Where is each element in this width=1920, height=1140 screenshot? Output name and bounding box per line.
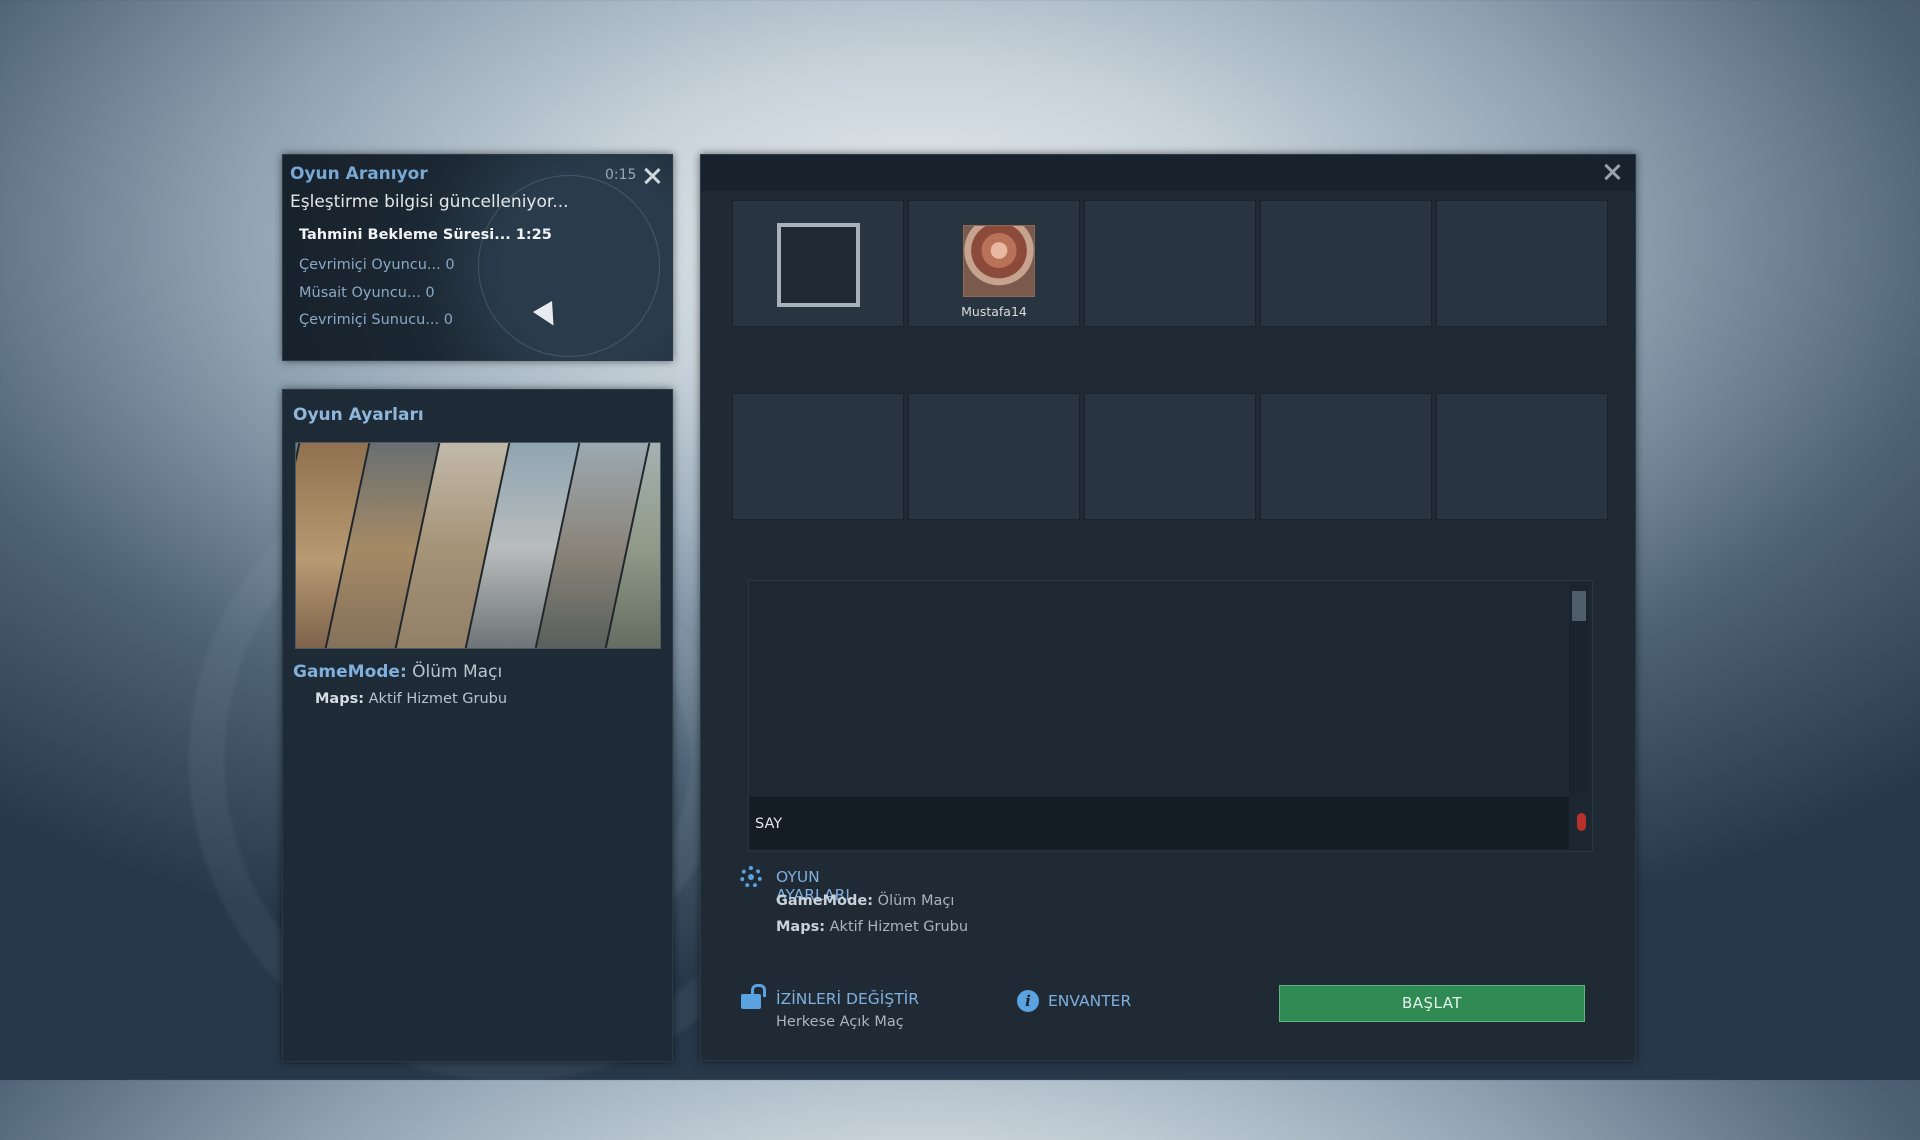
lobby-maps: Maps: Aktif Hizmet Grubu [776, 919, 969, 935]
start-button[interactable]: BAŞLAT [1279, 985, 1585, 1022]
mic-icon[interactable] [1577, 813, 1586, 831]
empty-slot-icon [777, 223, 860, 307]
player-slot-4[interactable] [1260, 200, 1432, 327]
player-slot-3[interactable] [1084, 200, 1256, 327]
permission-status: Herkese Açık Maç [776, 1014, 904, 1030]
player-name: Mustafa14 [961, 304, 1027, 319]
player-slot-5[interactable] [1436, 200, 1608, 327]
search-timer: 0:15 [605, 167, 637, 183]
player-slot-2[interactable]: Mustafa14 [908, 200, 1080, 327]
say-label: SAY [755, 816, 783, 832]
info-icon: i [1017, 990, 1039, 1012]
avatar [963, 225, 1035, 297]
search-title: Oyun Aranıyor [290, 164, 428, 184]
matchmaking-search-panel: Oyun Aranıyor 0:15 Eşleştirme bilgisi gü… [282, 154, 673, 361]
lobby-header [701, 155, 1635, 191]
estimated-wait-time: Tahmini Bekleme Süresi... 1:25 [299, 227, 552, 243]
chat-log[interactable] [749, 581, 1569, 796]
chat-scrollbar[interactable] [1569, 585, 1589, 793]
game-settings-panel: Oyun Ayarları GameMode: Ölüm Maçı Maps: … [282, 389, 673, 1062]
lock-icon [741, 994, 761, 1009]
available-players-count: Müsait Oyuncu... 0 [299, 285, 435, 301]
settings-maps: Maps: Aktif Hizmet Grubu [315, 691, 508, 707]
lobby-gamemode: GameMode: Ölüm Maçı [776, 893, 955, 909]
cancel-search-close-icon[interactable] [641, 165, 663, 187]
gear-icon[interactable] [740, 866, 762, 888]
chat-box: SAY [748, 580, 1593, 852]
map-collage-image[interactable] [295, 442, 661, 649]
search-status: Eşleştirme bilgisi güncelleniyor... [290, 192, 569, 212]
inventory-link[interactable]: ENVANTER [1048, 992, 1131, 1010]
online-servers-count: Çevrimiçi Sunucu... 0 [299, 312, 453, 328]
settings-title: Oyun Ayarları [293, 405, 424, 425]
scroll-thumb[interactable] [1572, 591, 1586, 621]
lobby-close-icon[interactable] [1601, 161, 1623, 183]
chat-input[interactable]: SAY [749, 797, 1569, 849]
player-slot-6[interactable] [732, 393, 904, 520]
lobby-panel: Mustafa14 SAY OYUN AYARLARI GameMode: Öl… [700, 154, 1636, 1061]
change-permissions-link[interactable]: İZİNLERİ DEĞİŞTİR [776, 990, 919, 1008]
online-players-count: Çevrimiçi Oyuncu... 0 [299, 257, 455, 273]
player-slot-8[interactable] [1084, 393, 1256, 520]
settings-gamemode: GameMode: Ölüm Maçı [293, 662, 503, 682]
player-slot-10[interactable] [1436, 393, 1608, 520]
player-slot-7[interactable] [908, 393, 1080, 520]
player-slot-9[interactable] [1260, 393, 1432, 520]
player-slot-1[interactable] [732, 200, 904, 327]
